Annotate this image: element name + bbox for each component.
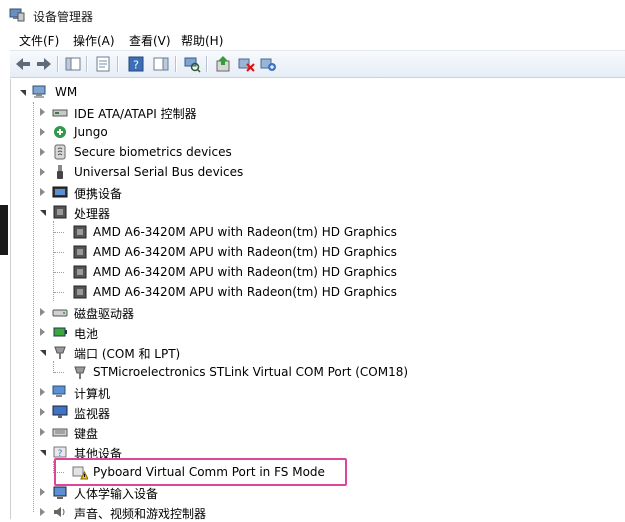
properties-icon[interactable] — [94, 55, 112, 73]
ide-controller-icon — [52, 109, 68, 117]
uninstall-icon[interactable] — [237, 55, 255, 73]
biometrics-icon — [54, 144, 66, 160]
com-port-icon — [74, 366, 86, 379]
menu-file[interactable]: 文件(F) — [19, 32, 59, 49]
port-icon — [54, 346, 66, 359]
keyboard-icon — [52, 428, 68, 437]
cpu-chip-icon — [73, 225, 87, 239]
window-title: 设备管理器 — [33, 10, 94, 24]
monitor-icon — [52, 405, 68, 418]
jungo-icon — [54, 126, 66, 138]
back-icon[interactable] — [14, 55, 32, 73]
left-edge — [0, 0, 10, 519]
battery-icon — [53, 327, 67, 337]
portable-device-icon — [52, 186, 68, 198]
cpu-chip-icon — [73, 265, 87, 279]
computer-root-icon — [32, 85, 46, 98]
scan-hardware-icon[interactable] — [183, 55, 201, 73]
hid-icon — [53, 486, 67, 499]
disk-drive-icon — [52, 309, 68, 317]
left-edge-bar — [0, 205, 8, 255]
cpu-chip-icon — [73, 285, 87, 299]
toolbar: ? — [10, 50, 625, 78]
menu-view[interactable]: 查看(V) — [129, 32, 171, 49]
highlight-box — [54, 458, 347, 486]
sound-icon — [54, 507, 65, 517]
title-bar: 设备管理器 — [0, 0, 625, 30]
svg-text:?: ? — [133, 59, 139, 72]
help-icon[interactable]: ? — [127, 55, 145, 73]
computer-icon — [52, 385, 66, 397]
show-hide-tree-icon[interactable] — [64, 55, 82, 73]
tree-root-label: WM — [55, 85, 78, 99]
forward-icon[interactable] — [35, 55, 53, 73]
enable-device-icon[interactable] — [259, 55, 277, 73]
device-manager-icon — [9, 8, 25, 22]
usb-icon — [57, 165, 63, 179]
processor-icon — [53, 205, 67, 219]
menu-action[interactable]: 操作(A) — [73, 32, 115, 49]
menu-help[interactable]: 帮助(H) — [181, 32, 223, 49]
menu-bar: 文件(F) 操作(A) 查看(V) 帮助(H) — [10, 29, 625, 49]
cpu-chip-icon — [73, 245, 87, 259]
action-pane-icon[interactable] — [152, 55, 170, 73]
update-driver-icon[interactable] — [214, 55, 232, 73]
